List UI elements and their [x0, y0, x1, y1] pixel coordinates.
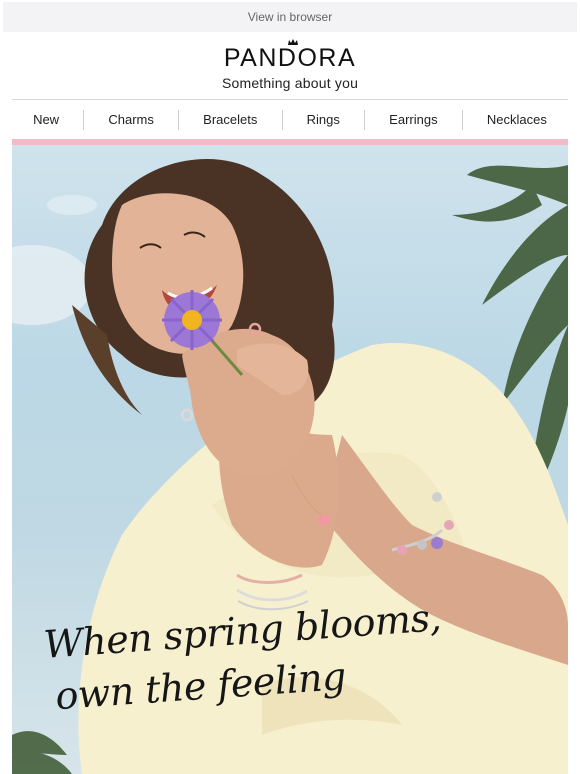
nav-separator	[364, 109, 366, 130]
nav-item-earrings[interactable]: Earrings	[371, 112, 455, 127]
nav-item-charms[interactable]: Charms	[90, 112, 172, 127]
pandora-logo[interactable]: PANDORA	[223, 39, 357, 73]
nav-separator	[461, 109, 463, 130]
nav-item-new[interactable]: New	[15, 112, 77, 127]
view-in-browser-bar: View in browser	[3, 2, 577, 32]
nav-separator	[178, 109, 180, 130]
brand-name: PANDORA	[223, 44, 357, 72]
view-in-browser-link[interactable]: View in browser	[248, 10, 332, 24]
nav-item-rings[interactable]: Rings	[289, 112, 358, 127]
brand-tagline: Something about you	[221, 75, 359, 91]
purple-aster-flower	[162, 290, 222, 350]
crown-icon	[288, 39, 298, 45]
category-nav: New Charms Bracelets Rings Earrings Neck…	[12, 100, 568, 139]
nav-separator	[83, 109, 85, 130]
nav-item-bracelets[interactable]: Bracelets	[185, 112, 275, 127]
nav-item-necklaces[interactable]: Necklaces	[469, 112, 565, 127]
hero-banner[interactable]: When spring blooms, own the feeling	[12, 145, 568, 774]
brand-header: PANDORA Something about you	[0, 39, 580, 98]
nav-separator	[281, 109, 283, 130]
